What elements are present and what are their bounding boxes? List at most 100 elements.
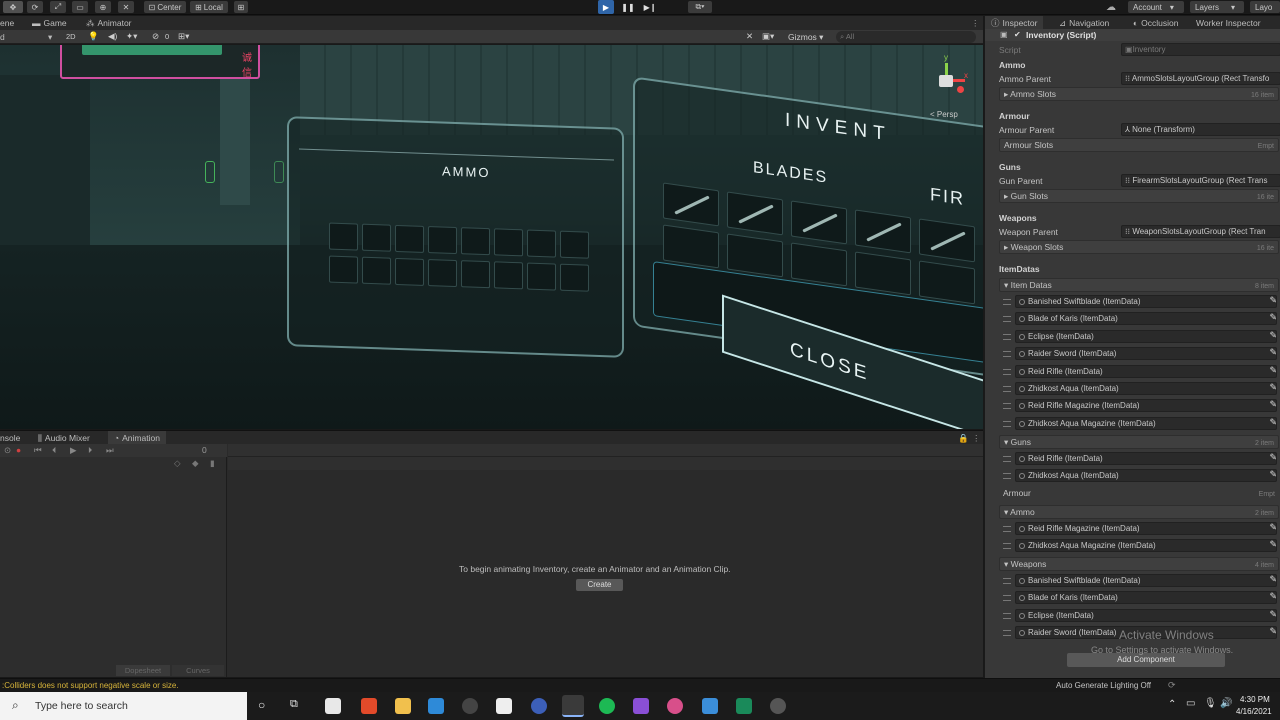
- gun-parent-field[interactable]: ⁝⁝ FirearmSlotsLayoutGroup (Rect Trans: [1121, 174, 1280, 187]
- item-datas-list-foldout[interactable]: ▾ Item Datas 8 item: [999, 278, 1279, 292]
- orientation-gizmo[interactable]: y x: [926, 53, 972, 101]
- ammo-slot[interactable]: [494, 261, 523, 290]
- blade-slot[interactable]: [855, 251, 911, 296]
- tab-scene[interactable]: ene: [0, 16, 20, 30]
- item-data-field[interactable]: Zhidkost Aqua Magazine (ItemData): [1015, 416, 1277, 430]
- pause-button[interactable]: ❚❚: [620, 0, 636, 14]
- edit-icon[interactable]: ✎: [1269, 312, 1277, 323]
- pivot-local-button[interactable]: ⊞ Local: [190, 1, 228, 13]
- microphone-icon[interactable]: 🎙: [1204, 698, 1217, 709]
- drag-handle-icon[interactable]: [1003, 525, 1011, 532]
- blade-slot[interactable]: [727, 191, 783, 236]
- ammo-list-foldout[interactable]: ▾ Ammo 2 item: [999, 504, 1279, 519]
- discord-icon[interactable]: [667, 698, 683, 714]
- mail-icon[interactable]: [428, 698, 444, 714]
- spotify-icon[interactable]: [599, 698, 615, 714]
- drag-handle-icon[interactable]: [1003, 577, 1011, 584]
- collab-button[interactable]: ⧉▾: [688, 1, 712, 13]
- blade-slot[interactable]: [919, 218, 975, 263]
- 2d-toggle[interactable]: 2D: [66, 32, 76, 41]
- rotate-tool-button[interactable]: ⤢: [50, 1, 66, 13]
- drag-handle-icon[interactable]: [1003, 420, 1011, 427]
- tab-audio-mixer[interactable]: ⫼ Audio Mixer: [32, 431, 96, 445]
- scene-search-input[interactable]: ⌕ All: [836, 31, 976, 43]
- lighting-icon[interactable]: ⟳: [1168, 680, 1176, 691]
- drag-handle-icon[interactable]: [1003, 403, 1011, 410]
- guns-list-foldout[interactable]: ▾ Guns 2 item: [999, 434, 1279, 449]
- draw-mode-dropdown[interactable]: d: [0, 32, 5, 42]
- blade-slot[interactable]: [919, 260, 975, 305]
- brave-icon[interactable]: [361, 698, 377, 714]
- cortana-icon[interactable]: ○: [258, 698, 265, 712]
- weapon-slots-foldout[interactable]: ▸ Weapon Slots 16 ite: [999, 240, 1279, 254]
- item-data-field[interactable]: Raider Sword (ItemData): [1015, 347, 1277, 361]
- armour-slots-foldout[interactable]: Armour Slots Empt: [999, 138, 1279, 152]
- app-icon[interactable]: [736, 698, 752, 714]
- tools-icon[interactable]: ✕: [746, 31, 753, 42]
- item-data-field[interactable]: Blade of Karis (ItemData): [1015, 312, 1277, 326]
- armour-parent-field[interactable]: ⅄ None (Transform): [1121, 123, 1280, 136]
- enabled-checkbox[interactable]: ✔: [1014, 30, 1021, 39]
- ammo-slot[interactable]: [395, 224, 424, 253]
- grid-snap-button[interactable]: ⊞: [234, 1, 248, 13]
- ammo-slot[interactable]: [560, 230, 589, 259]
- drag-handle-icon[interactable]: [1003, 333, 1011, 340]
- store-icon[interactable]: [325, 698, 341, 714]
- drag-handle-icon[interactable]: [1003, 542, 1011, 549]
- more-options-icon[interactable]: ⋮: [971, 18, 980, 29]
- edit-icon[interactable]: ✎: [1269, 469, 1277, 480]
- edit-icon[interactable]: ✎: [1269, 382, 1277, 393]
- tab-navigation[interactable]: ⊿ Navigation: [1053, 16, 1115, 30]
- drag-handle-icon[interactable]: [1003, 316, 1011, 323]
- dopesheet-button[interactable]: Dopesheet: [116, 665, 170, 676]
- event-lane[interactable]: [228, 457, 983, 470]
- component-header[interactable]: ▣ ✔ Inventory (Script): [985, 29, 1280, 41]
- blade-slot[interactable]: [727, 233, 783, 278]
- ammo-slot[interactable]: [395, 257, 424, 286]
- blade-slot[interactable]: [791, 200, 847, 245]
- ammo-slot[interactable]: [329, 255, 358, 284]
- edit-icon[interactable]: ✎: [1269, 295, 1277, 306]
- chevron-up-icon[interactable]: ⌃: [1168, 699, 1176, 710]
- visual-studio-icon[interactable]: [633, 698, 649, 714]
- preview-icon[interactable]: ⊙: [4, 445, 11, 456]
- move-tool-button[interactable]: ⟳: [27, 1, 43, 13]
- hand-tool-button[interactable]: ✥: [3, 1, 23, 13]
- event-marker-icon[interactable]: ▮: [210, 458, 215, 469]
- photos-icon[interactable]: [702, 698, 718, 714]
- more-options-icon[interactable]: ⋮: [972, 433, 981, 444]
- grid-icon[interactable]: ⊞▾: [178, 31, 189, 42]
- hidden-objects-icon[interactable]: ⊘: [152, 31, 159, 42]
- ammo-slot[interactable]: [527, 262, 556, 291]
- item-data-field[interactable]: Reid Rifle (ItemData): [1015, 364, 1277, 378]
- drag-handle-icon[interactable]: [1003, 595, 1011, 602]
- weapons-list-foldout[interactable]: ▾ Weapons 4 item: [999, 556, 1279, 571]
- play-button[interactable]: ▶: [598, 0, 614, 14]
- network-icon[interactable]: ▭: [1186, 698, 1195, 709]
- edit-icon[interactable]: ✎: [1269, 330, 1277, 341]
- ammo-slot[interactable]: [494, 228, 523, 257]
- item-data-field[interactable]: Zhidkost Aqua Magazine (ItemData): [1015, 538, 1277, 552]
- next-keyframe-icon[interactable]: ⏵: [88, 445, 92, 456]
- item-data-field[interactable]: Banished Swiftblade (ItemData): [1015, 573, 1277, 587]
- media-icon[interactable]: [496, 698, 512, 714]
- item-data-field[interactable]: Blade of Karis (ItemData): [1015, 591, 1277, 605]
- timeline-ruler[interactable]: [228, 444, 983, 457]
- item-data-field[interactable]: Reid Rifle Magazine (ItemData): [1015, 521, 1277, 535]
- ammo-slot[interactable]: [560, 263, 589, 292]
- ammo-slot[interactable]: [428, 259, 457, 288]
- ammo-slot[interactable]: [461, 260, 490, 289]
- item-data-field[interactable]: Zhidkost Aqua (ItemData): [1015, 469, 1277, 483]
- tab-console[interactable]: nsole: [0, 431, 26, 445]
- prev-keyframe-icon[interactable]: ⏴: [52, 445, 56, 456]
- curves-button[interactable]: Curves: [172, 665, 224, 676]
- obs-icon[interactable]: [770, 698, 786, 714]
- unity-icon[interactable]: [562, 695, 584, 717]
- file-explorer-icon[interactable]: [395, 698, 411, 714]
- blade-slot[interactable]: [791, 242, 847, 287]
- drag-handle-icon[interactable]: [1003, 299, 1011, 305]
- edit-icon[interactable]: ✎: [1269, 591, 1277, 602]
- persp-label[interactable]: < Persp: [930, 110, 958, 119]
- edit-icon[interactable]: ✎: [1269, 452, 1277, 463]
- account-dropdown[interactable]: Account ▾: [1128, 1, 1184, 13]
